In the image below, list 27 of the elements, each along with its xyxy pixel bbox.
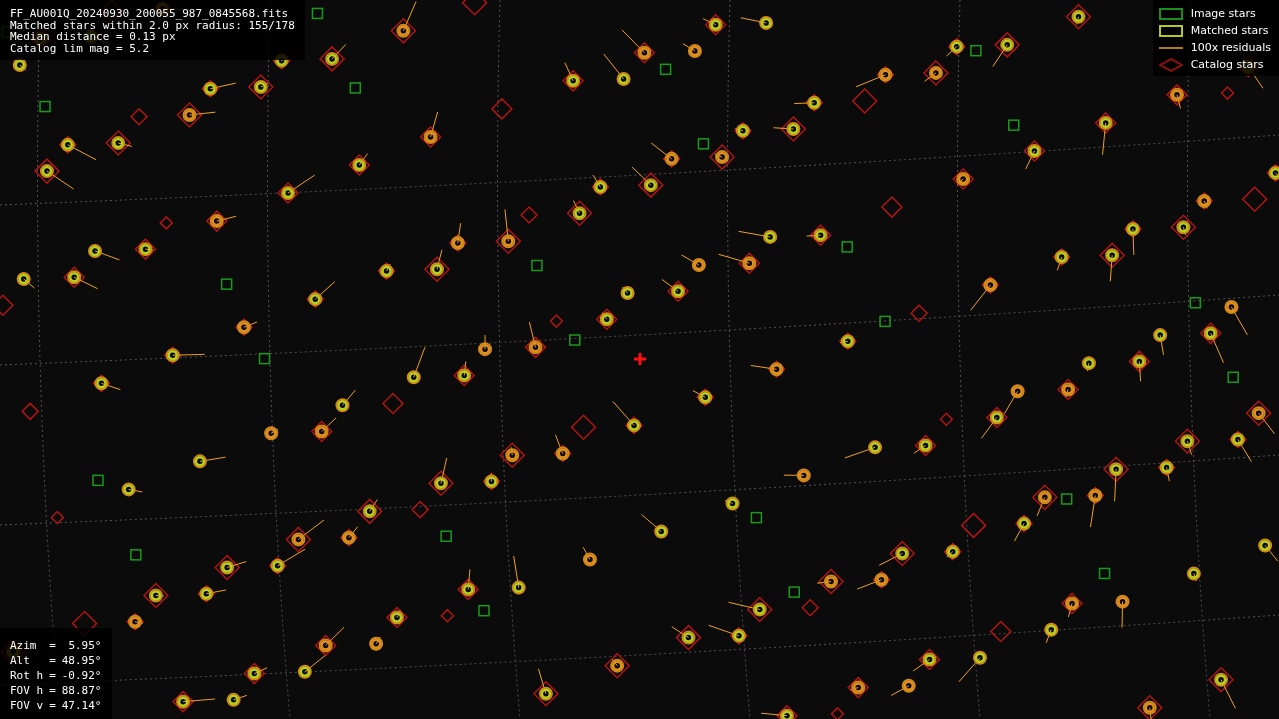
parameter-label: FOV v	[10, 698, 44, 713]
legend-label: Catalog stars	[1190, 58, 1264, 71]
equals-sign: =	[49, 683, 56, 698]
legend-label: Image stars	[1190, 7, 1256, 20]
parameter-value: 48.95°	[61, 653, 102, 668]
legend-label: 100x residuals	[1190, 41, 1271, 54]
image-star-square-icon	[1158, 7, 1183, 20]
legend-label: Matched stars	[1190, 24, 1269, 37]
equals-sign: =	[49, 653, 56, 668]
matched-star-square-icon	[1158, 24, 1183, 37]
parameter-label: Azim	[10, 638, 38, 653]
parameter-label: Rot h	[10, 668, 44, 683]
info-text: Catalog lim mag = 5.2	[10, 42, 151, 54]
info-text: Median distance = 0.13 px	[10, 31, 176, 43]
equals-sign: =	[49, 698, 56, 713]
parameter-value: -0.92°	[61, 668, 102, 683]
parameter-label: FOV h	[10, 683, 44, 698]
equals-sign: =	[49, 638, 56, 653]
parameter-value: 47.14°	[61, 698, 102, 713]
parameter-value: 5.95°	[67, 638, 102, 653]
equals-sign: =	[49, 668, 56, 683]
residual-line-icon	[1158, 46, 1183, 49]
info-text: Matched stars within 2.0 px radius: 155/178	[10, 19, 295, 31]
info-text: FF_AU001Q_20240930_200055_987_0845568.fits	[10, 8, 290, 20]
parameter-value: 88.87°	[61, 683, 102, 698]
parameter-label: Alt	[10, 653, 31, 668]
diamond-icon	[1158, 57, 1183, 72]
